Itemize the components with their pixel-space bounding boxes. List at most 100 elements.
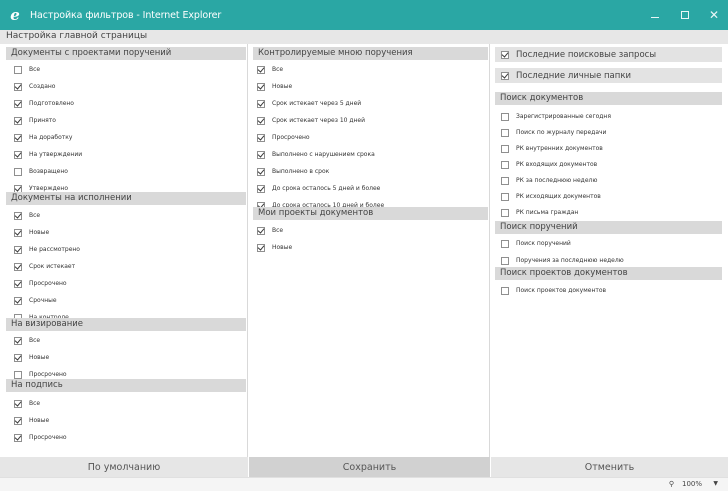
cancel-button[interactable]: Отменить bbox=[491, 457, 728, 477]
save-button[interactable]: Сохранить bbox=[249, 457, 490, 477]
chevron-down-icon[interactable]: ▼ bbox=[713, 480, 718, 487]
checkbox[interactable] bbox=[14, 99, 22, 108]
filter-checkbox[interactable]: Срок истекает через 5 дней bbox=[257, 97, 361, 110]
filter-checkbox[interactable]: Выполнено в срок bbox=[257, 165, 329, 178]
filter-checkbox[interactable]: РК входящих документов bbox=[501, 158, 597, 171]
filter-checkbox[interactable]: Срок истекает через 10 дней bbox=[257, 114, 365, 127]
filter-checkbox[interactable]: РК внутренних документов bbox=[501, 142, 603, 155]
filter-label: Просрочено bbox=[29, 434, 67, 441]
filter-checkbox[interactable]: Просрочено bbox=[257, 131, 310, 144]
checkbox[interactable] bbox=[14, 296, 22, 305]
checkbox[interactable] bbox=[501, 112, 509, 121]
checkbox[interactable] bbox=[14, 150, 22, 159]
minimize-button[interactable] bbox=[640, 0, 670, 30]
checkbox[interactable] bbox=[257, 133, 265, 142]
filter-checkbox[interactable]: Все bbox=[14, 63, 40, 76]
filter-checkbox[interactable]: РК исходящих документов bbox=[501, 190, 601, 203]
checkbox[interactable] bbox=[257, 150, 265, 159]
filter-checkbox[interactable]: До срока осталось 5 дней и более bbox=[257, 182, 380, 195]
filter-checkbox[interactable]: Зарегистрированные сегодня bbox=[501, 110, 611, 123]
zoom-level[interactable]: 100% bbox=[682, 480, 702, 488]
filter-checkbox[interactable]: Новые bbox=[14, 414, 49, 427]
checkbox[interactable] bbox=[14, 245, 22, 254]
checkbox[interactable] bbox=[501, 144, 509, 153]
filter-checkbox[interactable]: Поиск по журналу передачи bbox=[501, 126, 606, 139]
checkbox[interactable] bbox=[14, 228, 22, 237]
checkbox[interactable] bbox=[501, 176, 509, 185]
filter-checkbox[interactable]: Новые bbox=[14, 351, 49, 364]
column-controlled: Контролируемые мною поручения Все Новые … bbox=[249, 44, 490, 457]
checkbox[interactable] bbox=[14, 133, 22, 142]
checkbox[interactable] bbox=[14, 416, 22, 425]
filter-checkbox[interactable]: Все bbox=[257, 224, 283, 237]
filter-checkbox[interactable]: РК за последнюю неделю bbox=[501, 174, 597, 187]
checkbox[interactable] bbox=[257, 99, 265, 108]
filter-checkbox[interactable]: Все bbox=[14, 209, 40, 222]
filter-checkbox[interactable]: Новые bbox=[257, 241, 292, 254]
maximize-button[interactable] bbox=[670, 0, 700, 30]
checkbox[interactable] bbox=[14, 353, 22, 362]
checkbox[interactable] bbox=[14, 65, 22, 74]
filter-checkbox[interactable]: Просрочено bbox=[14, 431, 67, 444]
default-button[interactable]: По умолчанию bbox=[0, 457, 248, 477]
checkbox[interactable] bbox=[257, 116, 265, 125]
filter-checkbox[interactable]: Срок истекает bbox=[14, 260, 75, 273]
filter-checkbox[interactable]: Выполнено с нарушением срока bbox=[257, 148, 375, 161]
checkbox[interactable] bbox=[257, 243, 265, 252]
checkbox[interactable] bbox=[501, 256, 509, 265]
filter-checkbox[interactable]: Принято bbox=[14, 114, 56, 127]
recent-folders-toggle[interactable]: Последние личные папки bbox=[495, 68, 722, 83]
section-header: Контролируемые мною поручения bbox=[253, 47, 488, 60]
checkbox[interactable] bbox=[14, 336, 22, 345]
filter-checkbox[interactable]: Возвращено bbox=[14, 165, 68, 178]
checkbox[interactable] bbox=[257, 167, 265, 176]
page-heading-bar: Настройка главной страницы bbox=[0, 30, 728, 44]
checkbox[interactable] bbox=[501, 50, 509, 59]
checkbox[interactable] bbox=[14, 433, 22, 442]
filter-checkbox[interactable]: Просрочено bbox=[14, 277, 67, 290]
checkbox[interactable] bbox=[14, 370, 22, 379]
filter-checkbox[interactable]: Не рассмотрено bbox=[14, 243, 80, 256]
checkbox[interactable] bbox=[14, 399, 22, 408]
filter-label: РК письма граждан bbox=[516, 209, 579, 216]
section-header: На визирование bbox=[6, 318, 246, 331]
checkbox[interactable] bbox=[501, 192, 509, 201]
filter-checkbox[interactable]: Поручения за последнюю неделю bbox=[501, 254, 624, 267]
filter-checkbox[interactable]: Все bbox=[14, 334, 40, 347]
filter-checkbox[interactable]: Поиск проектов документов bbox=[501, 284, 606, 297]
filter-label: Все bbox=[29, 337, 41, 344]
filter-label: Выполнено с нарушением срока bbox=[272, 151, 375, 158]
checkbox[interactable] bbox=[501, 208, 509, 217]
filter-checkbox[interactable]: Все bbox=[14, 397, 40, 410]
close-button[interactable]: ✕ bbox=[699, 0, 728, 30]
checkbox[interactable] bbox=[257, 82, 265, 91]
checkbox[interactable] bbox=[501, 128, 509, 137]
section-header: Поиск документов bbox=[495, 92, 722, 105]
filter-checkbox[interactable]: Новые bbox=[14, 226, 49, 239]
filter-checkbox[interactable]: Срочные bbox=[14, 294, 57, 307]
filter-checkbox[interactable]: На доработку bbox=[14, 131, 72, 144]
checkbox[interactable] bbox=[14, 167, 22, 176]
filter-checkbox[interactable]: Создано bbox=[14, 80, 55, 93]
checkbox[interactable] bbox=[501, 286, 509, 295]
filter-checkbox[interactable]: Новые bbox=[257, 80, 292, 93]
checkbox[interactable] bbox=[257, 65, 265, 74]
filter-checkbox[interactable]: Поиск поручений bbox=[501, 237, 571, 250]
filter-label: Все bbox=[29, 400, 41, 407]
checkbox[interactable] bbox=[14, 211, 22, 220]
checkbox[interactable] bbox=[257, 184, 265, 193]
checkbox[interactable] bbox=[501, 160, 509, 169]
checkbox[interactable] bbox=[14, 82, 22, 91]
checkbox[interactable] bbox=[501, 239, 509, 248]
filter-checkbox[interactable]: Все bbox=[257, 63, 283, 76]
filter-checkbox[interactable]: Подготовлено bbox=[14, 97, 74, 110]
checkbox[interactable] bbox=[501, 71, 509, 80]
checkbox[interactable] bbox=[14, 279, 22, 288]
checkbox[interactable] bbox=[14, 262, 22, 271]
recent-searches-toggle[interactable]: Последние поисковые запросы bbox=[495, 47, 722, 62]
maximize-icon bbox=[681, 11, 689, 19]
checkbox[interactable] bbox=[257, 226, 265, 235]
filter-checkbox[interactable]: РК письма граждан bbox=[501, 206, 578, 219]
checkbox[interactable] bbox=[14, 116, 22, 125]
filter-checkbox[interactable]: На утверждении bbox=[14, 148, 82, 161]
